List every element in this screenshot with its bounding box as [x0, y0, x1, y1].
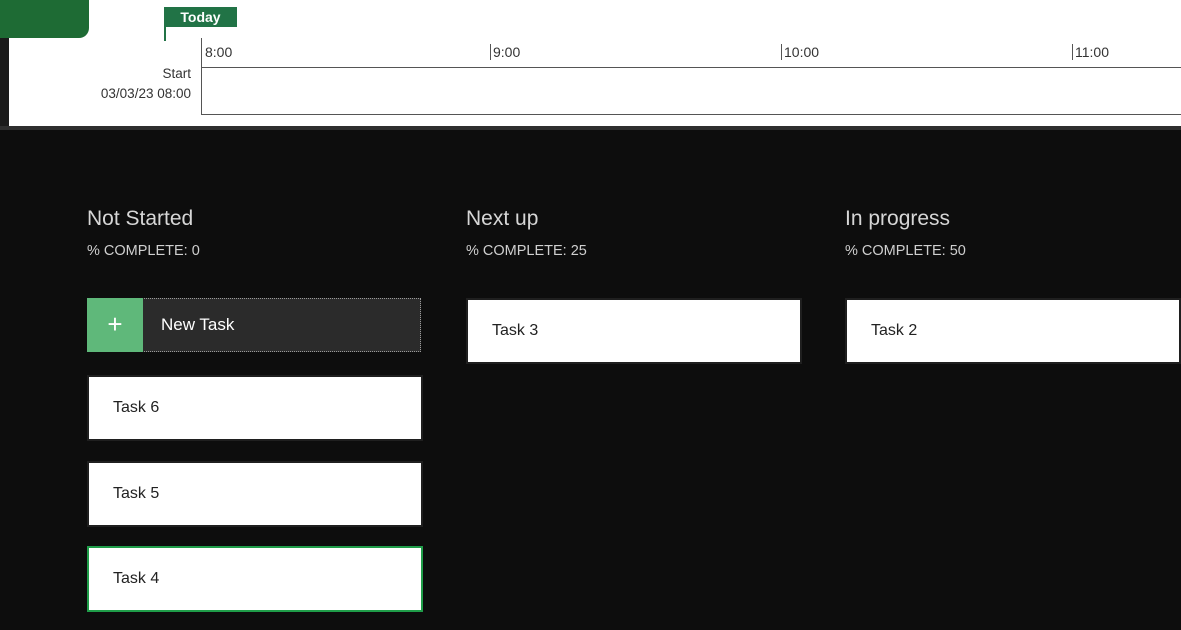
tick-label: 8:00 — [205, 44, 233, 60]
task-card-label: Task 5 — [113, 485, 160, 502]
column-title: Next up — [466, 207, 539, 230]
app-window: Today Start 03/03/23 08:00 8:00 9:00 10:… — [0, 0, 1181, 630]
start-label: Start — [162, 66, 191, 81]
timeline-start: Start 03/03/23 08:00 — [9, 64, 191, 104]
corner-tab — [0, 0, 89, 38]
plus-icon[interactable]: + — [87, 297, 143, 352]
task-card[interactable]: Task 5 — [87, 461, 423, 527]
today-line — [164, 27, 166, 41]
tick-label: 11:00 — [1075, 44, 1109, 60]
tick-mark — [490, 44, 491, 60]
column-title: In progress — [845, 207, 951, 230]
axis-top-line — [201, 67, 1181, 68]
tick-mark — [781, 44, 782, 60]
today-marker[interactable]: Today — [164, 7, 237, 27]
timeline-axis[interactable]: 8:00 9:00 10:00 11:00 — [201, 38, 1181, 115]
task-card[interactable]: Task 6 — [87, 375, 423, 441]
task-board: Not Started % COMPLETE: 0 + New Task Tas… — [0, 130, 1181, 630]
new-task-label: New Task — [161, 315, 235, 334]
axis-bottom-line — [201, 114, 1181, 115]
task-card[interactable]: Task 3 — [466, 298, 802, 364]
column-percent-complete: % COMPLETE: 0 — [87, 243, 200, 259]
start-date: 03/03/23 08:00 — [100, 86, 191, 101]
axis-start-line — [201, 38, 202, 115]
column-percent-complete: % COMPLETE: 50 — [845, 243, 966, 259]
task-card-label: Task 3 — [492, 322, 539, 339]
new-task-button[interactable]: + New Task — [87, 297, 421, 352]
task-card-selected[interactable]: Task 4 — [87, 546, 423, 612]
task-card[interactable]: Task 2 — [845, 298, 1181, 364]
task-card-label: Task 2 — [871, 322, 918, 339]
column-title: Not Started — [87, 207, 194, 230]
task-card-label: Task 6 — [113, 399, 160, 416]
tick-mark — [1072, 44, 1073, 60]
column-percent-complete: % COMPLETE: 25 — [466, 243, 587, 259]
tick-label: 10:00 — [784, 44, 820, 60]
task-card-label: Task 4 — [113, 570, 160, 587]
timeline-panel: Today Start 03/03/23 08:00 8:00 9:00 10:… — [0, 0, 1181, 128]
tick-label: 9:00 — [493, 44, 521, 60]
